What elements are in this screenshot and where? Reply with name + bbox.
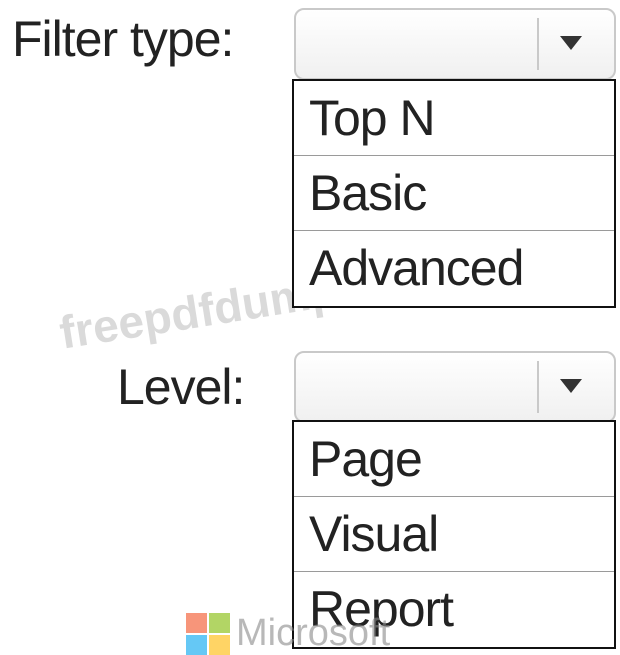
chevron-down-icon[interactable] xyxy=(560,36,582,50)
microsoft-logo: Microsoft xyxy=(186,612,390,655)
chevron-down-icon[interactable] xyxy=(560,379,582,393)
dropdown-divider xyxy=(537,361,539,413)
filter-type-option-list: Top N Basic Advanced xyxy=(292,79,616,308)
microsoft-logo-grid-icon xyxy=(186,612,230,655)
option-advanced[interactable]: Advanced xyxy=(294,231,614,306)
logo-square-blue xyxy=(186,634,207,655)
filter-type-label: Filter type: xyxy=(12,11,234,67)
option-basic[interactable]: Basic xyxy=(294,156,614,231)
option-page[interactable]: Page xyxy=(294,422,614,497)
logo-square-green xyxy=(209,612,230,633)
level-dropdown[interactable] xyxy=(294,351,616,423)
microsoft-logo-text: Microsoft xyxy=(236,612,391,654)
filter-type-dropdown[interactable] xyxy=(294,8,616,80)
logo-square-yellow xyxy=(209,634,230,655)
level-label: Level: xyxy=(117,359,245,415)
logo-square-red xyxy=(186,612,207,633)
option-top-n[interactable]: Top N xyxy=(294,81,614,156)
dropdown-divider xyxy=(537,18,539,70)
option-visual[interactable]: Visual xyxy=(294,497,614,572)
